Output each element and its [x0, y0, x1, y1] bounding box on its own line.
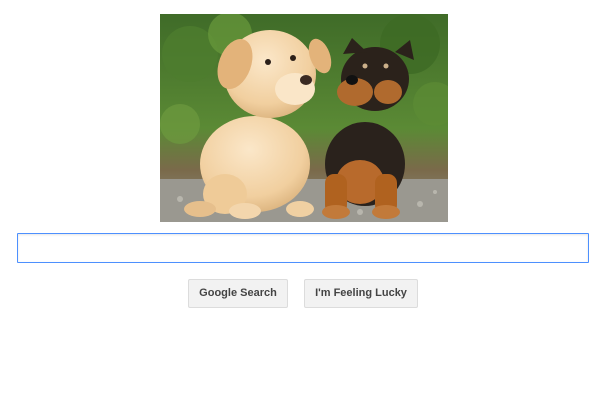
google-search-button[interactable]: Google Search: [188, 279, 288, 308]
feeling-lucky-button[interactable]: I'm Feeling Lucky: [304, 279, 418, 308]
search-input[interactable]: [17, 233, 589, 263]
puppies-photo: [160, 14, 448, 222]
search-page: Google Search I'm Feeling Lucky: [0, 0, 600, 412]
